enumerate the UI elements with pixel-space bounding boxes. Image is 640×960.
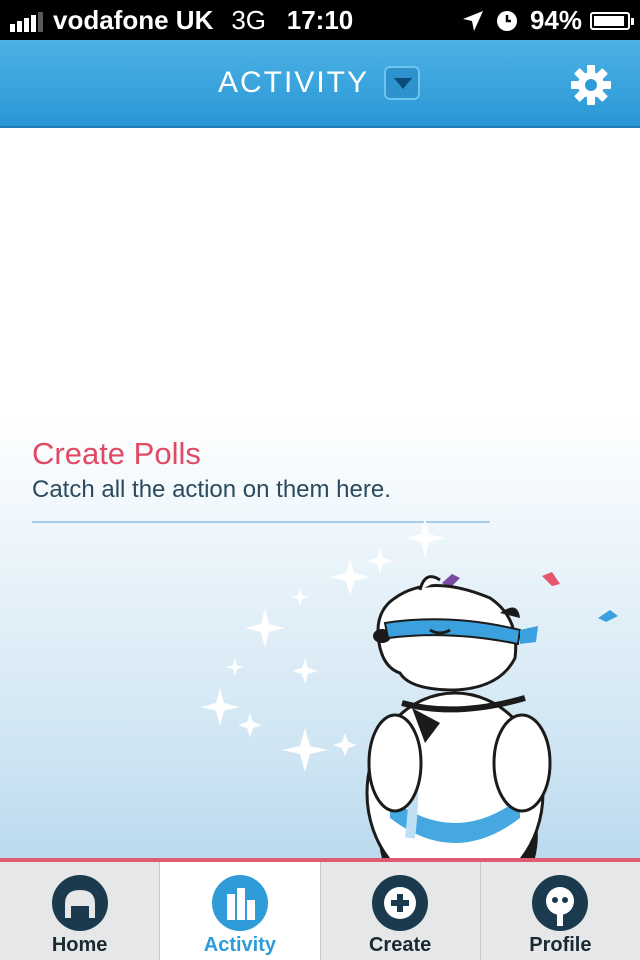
tab-label: Home [51,934,108,956]
nav-header: ACTIVITY [0,40,640,128]
empty-state-title: Create Polls [32,436,201,471]
battery-icon [590,11,634,30]
plus-circle-icon [372,875,429,931]
clock-icon [496,10,517,31]
profile-face-icon [532,875,589,931]
status-bar: vodafone UK 3G 17:10 94% [0,0,640,40]
tab-profile[interactable]: Profile [481,862,640,960]
chevron-down-icon[interactable] [384,66,420,100]
tab-label: Profile [529,934,592,956]
activity-feed[interactable]: Create Polls Catch all the action on the… [0,128,640,858]
polar-bear-superhero-icon [201,518,618,858]
tab-label: Create [368,934,432,956]
activity-bars-icon [211,875,268,931]
tab-activity[interactable]: Activity [160,862,321,960]
gear-icon[interactable] [570,64,612,106]
tab-home[interactable]: Home [0,862,161,960]
empty-state-panel: Create Polls Catch all the action on the… [0,418,640,858]
tab-create[interactable]: Create [321,862,481,960]
tab-label: Activity [203,934,276,956]
location-arrow-icon [462,10,483,31]
battery-percent: 94% [529,5,582,35]
tab-bar: Home Activity Create Profile [0,862,640,960]
page-title: ACTIVITY [218,66,370,99]
home-arch-icon [51,875,108,931]
empty-state-subtitle: Catch all the action on them here. [32,476,391,503]
